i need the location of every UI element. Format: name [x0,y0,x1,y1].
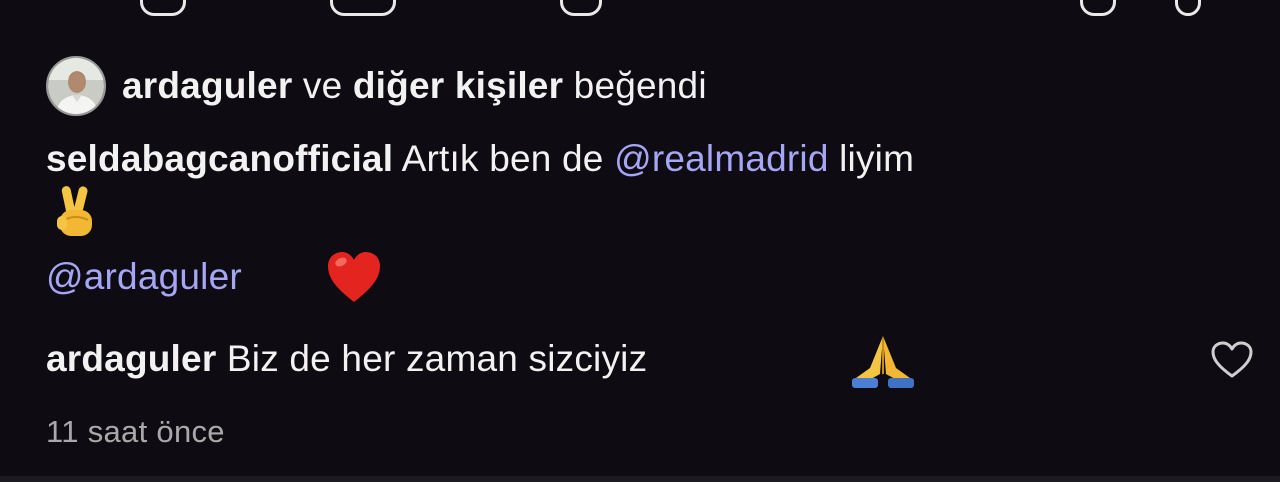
liked-by-others-link[interactable]: diğer kişiler [353,65,563,106]
profile-photo [48,58,104,114]
liked-by-connector: ve [302,65,343,106]
comment-text: Biz de her zaman sizciyiz [226,338,648,379]
caption-line: seldabagcanofficial Artık ben de @realma… [46,138,914,180]
victory-hand-emoji [57,186,92,236]
caption-mention-club[interactable]: @realmadrid [614,138,829,179]
comment-line: ardaguler Biz de her zaman sizciyiz [46,338,647,380]
comment-timestamp: 11 saat önce [46,414,225,449]
divider [0,476,1280,482]
liked-by-row: ardaguler ve diğer kişiler beğendi [46,54,707,118]
avatar[interactable] [46,56,106,116]
cropped-previous-content [0,0,1280,22]
comment-author[interactable]: ardaguler [46,338,216,379]
caption-author[interactable]: seldabagcanofficial [46,138,393,179]
caption-text-before: Artık ben de [401,138,604,179]
like-comment-button[interactable] [1210,340,1254,380]
heart-outline-icon [1211,341,1253,378]
caption-line-2: @ardaguler [46,256,242,298]
red-heart-emoji [328,252,380,302]
liked-by-username[interactable]: ardaguler [122,65,292,106]
caption-text-after: liyim [839,138,915,179]
liked-by-verb: beğendi [573,65,707,106]
folded-hands-emoji [852,336,914,388]
caption-mention-user[interactable]: @ardaguler [46,256,242,297]
